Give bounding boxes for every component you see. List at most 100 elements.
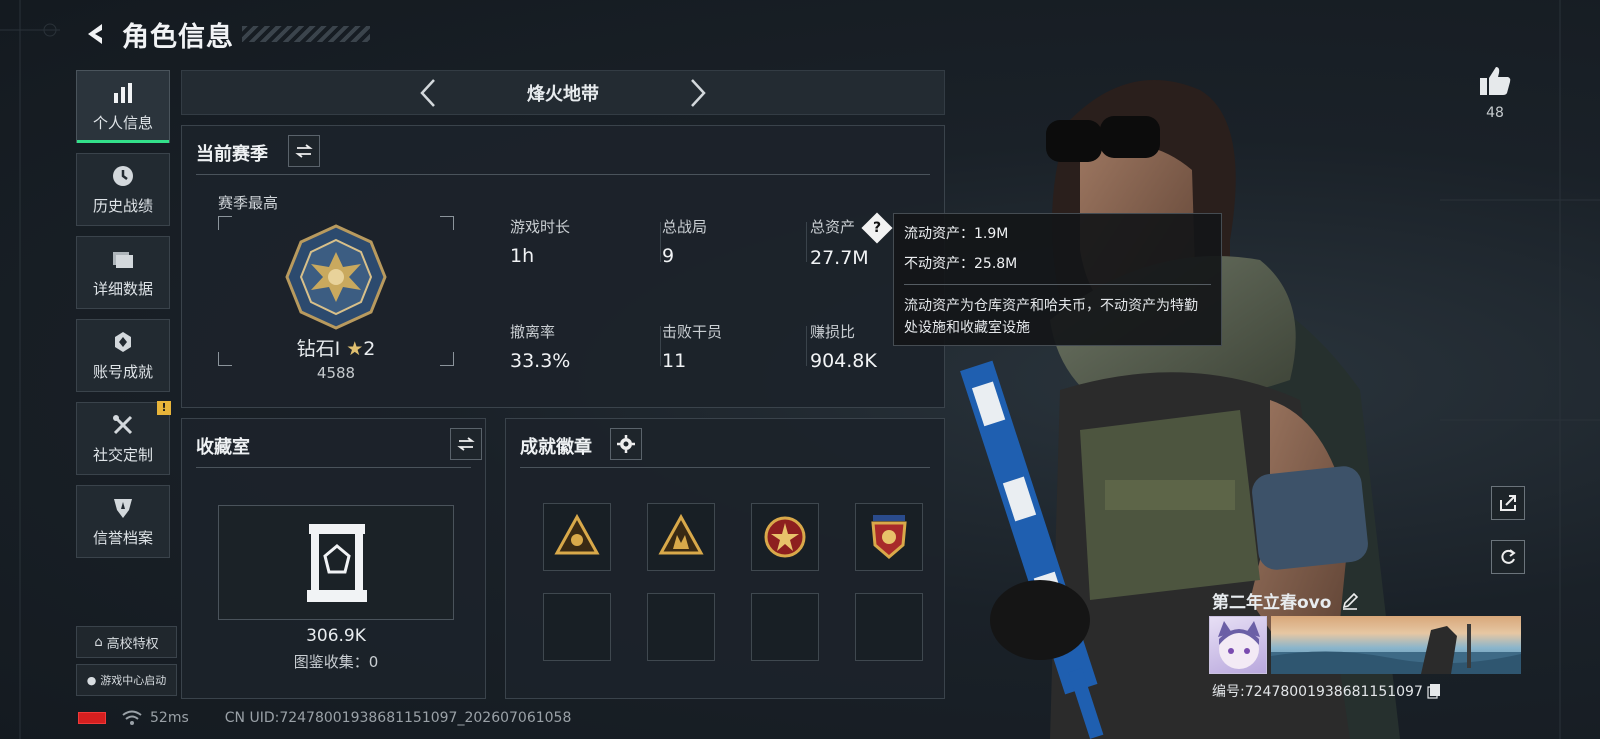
triangle-badge-icon <box>554 513 600 555</box>
rank-tier: 钻石Ⅰ <box>296 338 341 360</box>
player-banner[interactable] <box>1271 616 1521 674</box>
badge-slot-empty[interactable] <box>647 593 715 661</box>
battery-icon <box>78 712 106 724</box>
badge-slot[interactable] <box>543 503 611 571</box>
school-privilege-button[interactable]: ⌂ 高校特权 <box>76 626 177 658</box>
school-icon: ⌂ <box>94 634 103 650</box>
chevron-right-icon <box>691 78 706 107</box>
swap-icon <box>295 144 313 158</box>
question-icon[interactable]: ? <box>861 211 893 244</box>
bar-chart-icon <box>110 80 136 106</box>
badge-slot-empty[interactable] <box>855 593 923 661</box>
status-bar: 52ms CN UID:7247800193868115109​7_202607… <box>78 710 571 726</box>
nav-item-label: 社交定制 <box>92 446 153 464</box>
folder-icon <box>110 246 136 272</box>
stat-value: 1h <box>510 245 535 267</box>
school-privilege-label: 高校特权 <box>106 636 159 652</box>
tooltip-fixed: 不动资产：25.8M <box>904 256 1018 272</box>
stat-value: 9 <box>662 245 675 267</box>
stat-separator <box>806 326 807 366</box>
game-center-label: 游戏中心启动 <box>100 674 167 687</box>
collection-value: 306.9K <box>306 626 366 646</box>
edit-pencil-icon[interactable] <box>1341 592 1359 610</box>
swap-icon <box>457 437 475 451</box>
warning-badge: ! <box>157 401 171 415</box>
page-title: 角色信息 <box>122 21 234 53</box>
nav-item-label: 账号成就 <box>92 363 153 381</box>
badges-settings-button[interactable] <box>610 428 642 460</box>
stat-evac-rate: 撤离率 33.3% <box>510 321 570 372</box>
season-divider <box>196 174 930 175</box>
avatar[interactable] <box>1209 616 1267 674</box>
stat-total-assets: 总资产 ? 27.7M <box>810 211 893 269</box>
nav-item-social[interactable]: ! 社交定制 <box>76 401 171 475</box>
collection-count: 图鉴收集：0 <box>293 653 379 671</box>
player-name-text: 第二年立春ovo <box>1212 593 1332 613</box>
nav-item-personal-info[interactable]: 个人信息 <box>76 70 170 143</box>
uid-text: CN UID:7247800193868115109​7_20260706105… <box>224 710 572 726</box>
qq-icon: ● <box>86 673 97 687</box>
tooltip-description: 流动资产为仓库资产和哈夫币，不动资产为特勤处设施和收藏室设施 <box>904 298 1198 336</box>
nav-item-history[interactable]: 历史战绩 <box>76 153 170 226</box>
season-swap-button[interactable] <box>288 135 320 167</box>
stat-label: 总资产 <box>810 218 856 236</box>
star-medal-badge-icon <box>764 516 806 558</box>
refresh-icon <box>1501 549 1516 564</box>
star-icon: ★ <box>346 338 364 360</box>
refresh-button[interactable] <box>1491 540 1525 574</box>
rank-name: 钻石Ⅰ ★2 <box>218 334 454 361</box>
nav-item-label: 个人信息 <box>92 114 153 132</box>
next-mode-button[interactable] <box>683 75 713 111</box>
season-peak-label: 赛季最高 <box>218 194 279 212</box>
game-center-button[interactable]: ● 游戏中心启动 <box>76 664 177 696</box>
stat-separator <box>660 222 661 262</box>
assets-tooltip: 流动资产：1.9M 不动资产：25.8M 流动资产为仓库资产和哈夫币，不动资产为… <box>893 213 1222 346</box>
tooltip-divider <box>904 284 1211 285</box>
share-icon <box>1500 495 1516 511</box>
tools-icon <box>110 412 136 438</box>
frame-corner <box>218 216 232 230</box>
copy-icon[interactable] <box>1427 683 1441 699</box>
ping-value: 52ms <box>150 710 189 726</box>
stat-profit-ratio: 赚损比 904.8K <box>810 321 877 372</box>
collection-swap-button[interactable] <box>450 428 482 460</box>
badge-slot[interactable] <box>751 503 819 571</box>
back-button[interactable] <box>78 17 112 51</box>
back-arrow-icon <box>88 24 102 44</box>
badge-slot-empty[interactable] <box>751 593 819 661</box>
gear-icon <box>617 435 635 453</box>
stat-label-row: 总资产 ? <box>810 211 893 244</box>
side-nav: 个人信息 历史战绩 详细数据 账号成就 ! 社交定制 信誉档案 <box>76 70 171 568</box>
mode-switcher: 烽火地带 <box>181 70 945 115</box>
display-case-icon <box>307 524 367 602</box>
badge-slot[interactable] <box>855 503 923 571</box>
page-header: 角色信息 <box>78 14 370 54</box>
badge-slot-empty[interactable] <box>543 593 611 661</box>
mode-name: 烽火地带 <box>527 83 599 105</box>
collection-title: 收藏室 <box>196 437 250 458</box>
like-count: 48 <box>1486 105 1504 121</box>
nav-item-credit[interactable]: 信誉档案 <box>76 485 170 558</box>
prev-mode-button[interactable] <box>413 75 443 111</box>
nav-item-detail-data[interactable]: 详细数据 <box>76 236 170 309</box>
stat-value: 11 <box>662 350 687 372</box>
badge-slot[interactable] <box>647 503 715 571</box>
shield-badge-icon <box>871 515 907 559</box>
frame-corner <box>440 216 454 230</box>
stat-label: 总战局 <box>662 218 708 236</box>
stat-label: 游戏时长 <box>510 218 571 236</box>
thumbs-up-icon <box>1480 67 1511 95</box>
stat-separator <box>660 326 661 366</box>
wifi-icon <box>122 710 142 725</box>
stat-separator <box>806 222 807 262</box>
stat-play-time: 游戏时长 1h <box>510 216 570 267</box>
title-decoration <box>242 26 370 42</box>
player-id-text: 编号:7247800193868115109​7 <box>1212 684 1423 700</box>
collection-preview[interactable] <box>218 505 454 620</box>
like-button[interactable]: 48 <box>1474 65 1516 121</box>
stat-label: 赚损比 <box>810 323 856 341</box>
shield-icon <box>110 495 136 521</box>
nav-item-achievements[interactable]: 账号成就 <box>76 319 170 392</box>
share-button[interactable] <box>1491 486 1525 520</box>
badges-panel: 成就徽章 <box>505 418 945 699</box>
